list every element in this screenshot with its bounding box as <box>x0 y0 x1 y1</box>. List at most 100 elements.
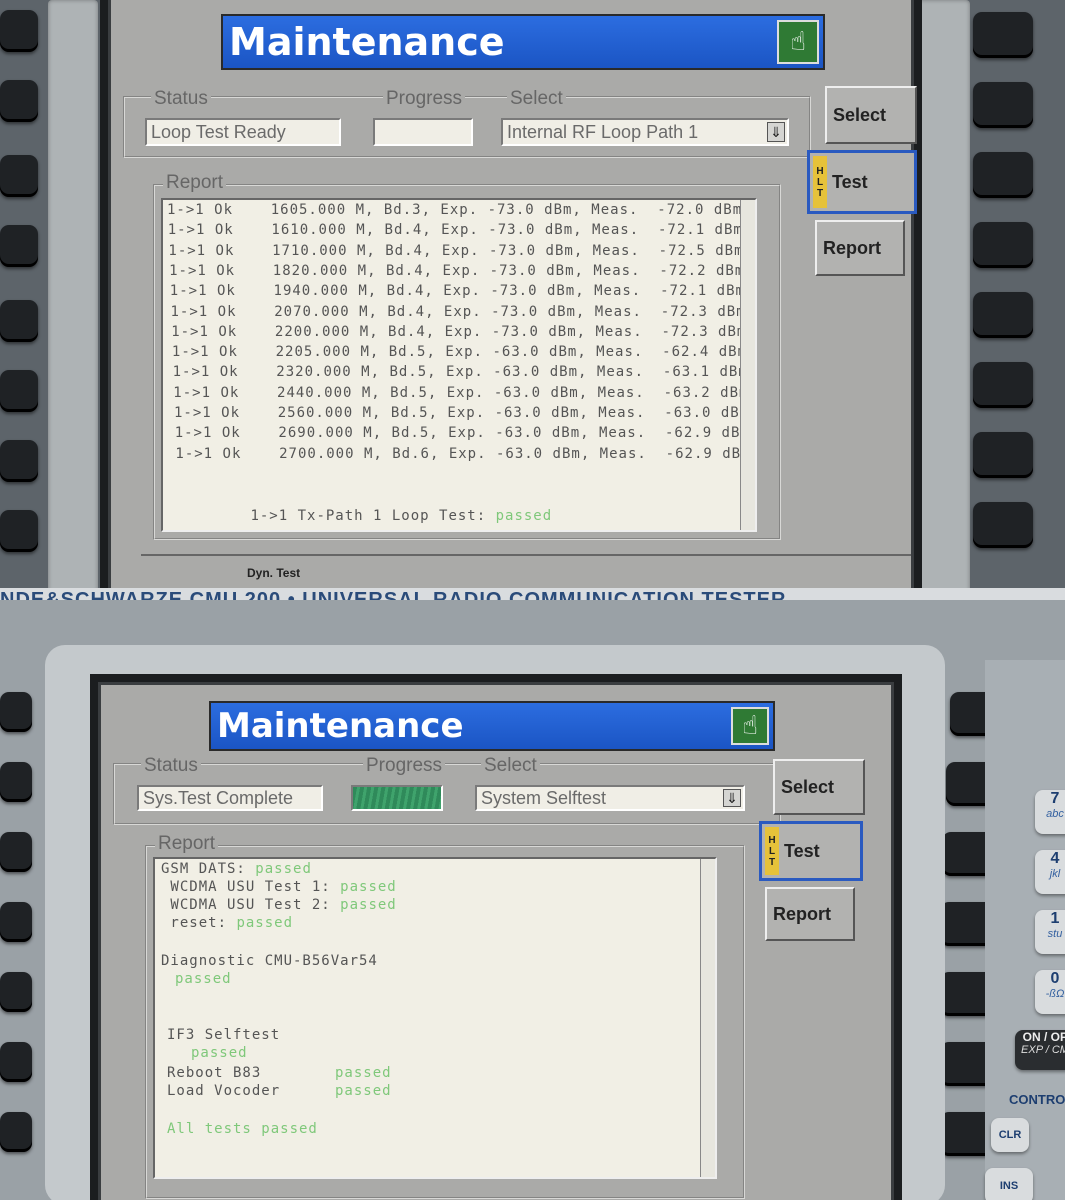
right-hardkey-5[interactable] <box>973 292 1033 338</box>
softkey-report[interactable]: Report <box>815 220 905 276</box>
right-hardkey-column <box>905 0 1065 600</box>
summary-result: passed <box>495 508 553 524</box>
report-line: 1->1 Ok 2320.000 M, Bd.5, Exp. -63.0 dBm… <box>172 364 748 381</box>
key-7-sub: abc <box>1046 808 1064 820</box>
key-clr[interactable]: CLR <box>991 1118 1029 1152</box>
select-label: Select <box>507 88 566 110</box>
key-1[interactable]: 1 stu <box>1035 910 1065 954</box>
hand-pointer-icon-bottom[interactable]: ☝ <box>731 707 769 745</box>
left-hardkey-b4[interactable] <box>0 902 32 942</box>
right-hardkey-4[interactable] <box>973 222 1033 268</box>
progress-label-bottom: Progress <box>363 755 446 777</box>
gsm-dats-text: GSM DATS: <box>161 861 256 877</box>
key-0[interactable]: 0 -ßΩ <box>1035 970 1065 1014</box>
right-hardkey-1[interactable] <box>973 12 1033 58</box>
bottom-screen: Maintenance ☝ Status Sys.Test Complete P… <box>98 682 894 1200</box>
report-line: 1->1 Ok 2440.000 M, Bd.5, Exp. -63.0 dBm… <box>173 384 749 401</box>
key-4[interactable]: 4 jkl <box>1035 850 1065 894</box>
report-line: 1->1 Ok 2200.000 M, Bd.4, Exp. -73.0 dBm… <box>171 323 747 340</box>
hlt-indicator-bottom: HLT <box>765 827 779 875</box>
hlt-indicator: HLT <box>813 156 827 208</box>
left-hardkey-1[interactable] <box>0 10 38 52</box>
left-hardkey-b1[interactable] <box>0 692 32 732</box>
report-line: 1->1 Ok 2205.000 M, Bd.5, Exp. -63.0 dBm… <box>171 344 748 361</box>
left-hardkey-b7[interactable] <box>0 1112 32 1152</box>
wcdma2-text: WCDMA USU Test 2: <box>161 897 341 913</box>
right-hardkey-2[interactable] <box>973 82 1033 128</box>
brand-strip: NDE&SCHWARZE CMU 200 • UNIVERSAL RADIO C… <box>0 588 1065 600</box>
softkey-select[interactable]: Select <box>825 86 917 144</box>
softkey-select-bottom[interactable]: Select <box>773 759 865 815</box>
tab-strip <box>141 554 911 556</box>
report-line-if3-result: passed <box>191 1045 248 1061</box>
report-line: 1->1 Ok 2690.000 M, Bd.5, Exp. -63.0 dBm… <box>174 425 750 442</box>
report-line: 1->1 Ok 2700.000 M, Bd.6, Exp. -63.0 dBm… <box>175 445 751 462</box>
softkey-test-label: Test <box>832 171 868 192</box>
report-text-area-bottom[interactable]: GSM DATS: passed WCDMA USU Test 1: passe… <box>153 857 717 1179</box>
right-hardkey-8[interactable] <box>973 502 1033 548</box>
softkey-test-bottom[interactable]: HLT Test <box>759 821 863 881</box>
key-on-off[interactable]: ON / OF EXP / CM <box>1015 1030 1065 1070</box>
wcdma1-text: WCDMA USU Test 1: <box>161 879 341 895</box>
report-text-area[interactable]: 1->1 Ok 1605.000 M, Bd.3, Exp. -73.0 dBm… <box>161 198 757 532</box>
left-hardkey-7[interactable] <box>0 440 38 482</box>
status-label-bottom: Status <box>141 755 201 777</box>
report-line: 1->1 Ok 1940.000 M, Bd.4, Exp. -73.0 dBm… <box>169 283 745 300</box>
report-label: Report <box>163 172 227 194</box>
bottom-instrument-photo: 7 abc 4 jkl 1 stu 0 -ßΩ ON / OF EXP / CM CONT… <box>0 600 1065 1200</box>
wcdma2-result: passed <box>340 897 397 913</box>
report-line-reset: reset: passed <box>161 915 293 931</box>
status-field: Loop Test Ready <box>145 118 341 146</box>
control-label: CONTRO <box>1009 1092 1065 1107</box>
key-ins[interactable]: INS <box>985 1168 1033 1200</box>
report-line: 1->1 Ok 2560.000 M, Bd.5, Exp. -63.0 dBm… <box>174 405 750 421</box>
right-hardkey-3[interactable] <box>973 152 1033 198</box>
dropdown-arrow-icon[interactable]: ⇓ <box>767 122 785 142</box>
left-hardkey-2[interactable] <box>0 80 38 122</box>
top-instrument-photo: Maintenance ☝ Status Loop Test Ready Pro… <box>0 0 1065 600</box>
right-hardkey-7[interactable] <box>973 432 1033 478</box>
key-4-label: 4 <box>1050 850 1060 867</box>
title-bar: Maintenance ☝ <box>221 14 825 70</box>
key-on-off-sub: EXP / CM <box>1021 1044 1065 1056</box>
dropdown-arrow-icon-bottom[interactable]: ⇓ <box>723 789 741 807</box>
softkey-report-bottom[interactable]: Report <box>765 887 855 941</box>
left-hardkey-b2[interactable] <box>0 762 32 802</box>
key-1-sub: stu <box>1047 928 1063 940</box>
left-hardkey-b3[interactable] <box>0 832 32 872</box>
right-hardkey-6[interactable] <box>973 362 1033 408</box>
softkey-test[interactable]: HLT Test <box>807 150 917 214</box>
left-hardkey-5[interactable] <box>0 300 38 342</box>
key-0-label: 0 <box>1050 970 1060 987</box>
select-value: Internal RF Loop Path 1 <box>507 122 699 142</box>
page-title-bottom: Maintenance <box>217 706 464 746</box>
left-hardkey-8[interactable] <box>0 510 38 552</box>
softkey-test-label-bottom: Test <box>784 840 820 861</box>
report-line-diagnostic: Diagnostic CMU-B56Var54 <box>161 953 378 969</box>
left-hardkey-b6[interactable] <box>0 1042 32 1082</box>
report-line-vocoder: Load Vocoder <box>167 1083 281 1099</box>
left-hardkey-4[interactable] <box>0 225 38 267</box>
gsm-dats-result: passed <box>255 861 312 877</box>
select-dropdown-bottom[interactable]: System Selftest ⇓ <box>475 785 745 811</box>
left-hardkey-3[interactable] <box>0 155 38 197</box>
select-dropdown[interactable]: Internal RF Loop Path 1 ⇓ <box>501 118 789 146</box>
report-line: 1->1 Ok 1820.000 M, Bd.4, Exp. -73.0 dBm… <box>169 262 745 279</box>
numeric-keypad: 7 abc 4 jkl 1 stu 0 -ßΩ ON / OF EXP / CM CONT… <box>985 660 1065 1200</box>
report-line-all: All tests passed <box>167 1121 318 1137</box>
report-line: 1->1 Ok 1610.000 M, Bd.4, Exp. -73.0 dBm… <box>167 222 743 239</box>
key-7-label: 7 <box>1050 790 1060 807</box>
tab-dyn-test[interactable]: Dyn. Test <box>247 566 300 580</box>
left-hardkey-6[interactable] <box>0 370 38 412</box>
reset-text: reset: <box>161 915 237 931</box>
status-field-bottom: Sys.Test Complete <box>137 785 323 811</box>
left-hardkey-b5[interactable] <box>0 972 32 1012</box>
report-scrollbar[interactable] <box>740 200 755 530</box>
hand-pointer-icon[interactable]: ☝ <box>777 20 819 64</box>
report-line-gsm: GSM DATS: passed <box>161 861 312 877</box>
report-line-reboot: Reboot B83 <box>167 1065 262 1081</box>
report-scrollbar-bottom[interactable] <box>700 859 715 1177</box>
key-7[interactable]: 7 abc <box>1035 790 1065 834</box>
progress-label: Progress <box>383 88 466 110</box>
report-line: 1->1 Ok 1710.000 M, Bd.4, Exp. -73.0 dBm… <box>168 242 744 259</box>
